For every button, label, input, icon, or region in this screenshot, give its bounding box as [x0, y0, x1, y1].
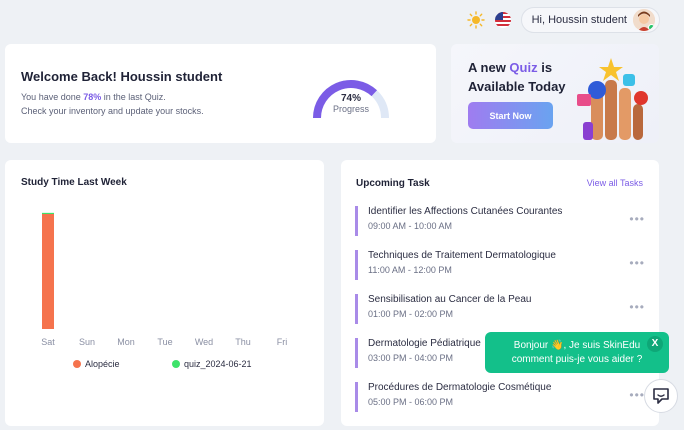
tasks-title: Upcoming Task	[356, 178, 430, 189]
more-icon[interactable]: •••	[629, 212, 645, 226]
quiz-summary: You have done 78% in the last Quiz.	[21, 92, 166, 102]
legend-item-alopecie[interactable]: Alopécie	[73, 359, 120, 369]
x-tick-label: Sat	[41, 337, 55, 347]
more-icon[interactable]: •••	[629, 300, 645, 314]
more-icon[interactable]: •••	[629, 388, 645, 402]
task-name: Sensibilisation au Cancer de la Peau	[368, 294, 532, 305]
progress-label: Progress	[332, 104, 369, 114]
chat-launcher-button[interactable]	[644, 379, 678, 413]
x-tick-label: Fri	[277, 337, 288, 347]
bar-quiz_2024-06-21[interactable]	[42, 212, 54, 214]
legend-item-quiz[interactable]: quiz_2024-06-21	[172, 359, 252, 369]
close-chat-button[interactable]: X	[647, 336, 663, 352]
x-tick-label: Mon	[117, 337, 135, 347]
x-tick-label: Tue	[157, 337, 172, 347]
chat-line1: Bonjour 👋, Je suis SkinEdu	[513, 340, 641, 351]
welcome-card: Welcome Back! Houssin student You have d…	[5, 44, 436, 143]
quiz-headline-line2: Available Today	[468, 79, 566, 94]
task-time: 09:00 AM - 10:00 AM	[368, 221, 453, 231]
progress-value: 74%	[340, 93, 361, 104]
quiz-promo-card: A new Quiz is Available Today Start Now	[451, 44, 659, 143]
chat-line2: comment puis-je vous aider ?	[511, 354, 643, 365]
avatar	[633, 9, 655, 31]
task-item[interactable]: Techniques de Traitement Dermatologique …	[355, 250, 645, 280]
x-tick-label: Thu	[235, 337, 251, 347]
sun-icon[interactable]	[466, 11, 485, 29]
study-time-card: Study Time Last Week Sat Sun Mon Tue Wed Thu F…	[5, 160, 324, 426]
quiz-score: 78%	[83, 92, 102, 102]
study-time-chart: Sat Sun Mon Tue Wed Thu Fri	[41, 212, 288, 347]
task-time: 05:00 PM - 06:00 PM	[368, 397, 454, 407]
task-time: 11:00 AM - 12:00 PM	[368, 265, 452, 275]
task-name: Dermatologie Pédiatrique	[368, 338, 481, 349]
welcome-title: Welcome Back! Houssin student	[21, 69, 223, 84]
legend-swatch	[73, 360, 81, 368]
celebration-illustration	[577, 58, 648, 140]
online-indicator	[648, 24, 655, 31]
legend-label: Alopécie	[85, 359, 120, 369]
view-all-tasks-link[interactable]: View all Tasks	[587, 178, 643, 188]
bar-Alopécie[interactable]	[42, 214, 54, 329]
task-name: Techniques de Traitement Dermatologique	[368, 250, 556, 261]
top-bar: Hi, Houssin student	[466, 6, 660, 34]
chat-greeting-bubble[interactable]: Bonjour 👋, Je suis SkinEdu comment puis-…	[485, 332, 669, 373]
task-name: Procédures de Dermatologie Cosmétique	[368, 382, 552, 393]
user-menu[interactable]: Hi, Houssin student	[520, 7, 660, 33]
upcoming-task-card: Upcoming Task View all Tasks Identifier …	[341, 160, 659, 426]
x-tick-label: Wed	[195, 337, 213, 347]
quiz-headline: A new Quiz is	[468, 60, 553, 75]
task-time: 03:00 PM - 04:00 PM	[368, 353, 454, 363]
task-item[interactable]: Sensibilisation au Cancer de la Peau 01:…	[355, 294, 645, 324]
task-time: 01:00 PM - 02:00 PM	[368, 309, 454, 319]
task-name: Identifier les Affections Cutanées Coura…	[368, 206, 563, 217]
start-now-button[interactable]: Start Now	[468, 102, 553, 129]
task-item[interactable]: Procédures de Dermatologie Cosmétique 05…	[355, 382, 645, 412]
us-flag-icon[interactable]	[494, 12, 511, 28]
more-icon[interactable]: •••	[629, 256, 645, 270]
inventory-hint: Check your inventory and update your sto…	[21, 106, 204, 116]
x-tick-label: Sun	[79, 337, 95, 347]
legend-label: quiz_2024-06-21	[184, 359, 252, 369]
legend-swatch	[172, 360, 180, 368]
user-greeting: Hi, Houssin student	[531, 14, 627, 26]
chat-icon	[653, 388, 669, 404]
task-item[interactable]: Identifier les Affections Cutanées Coura…	[355, 206, 645, 236]
